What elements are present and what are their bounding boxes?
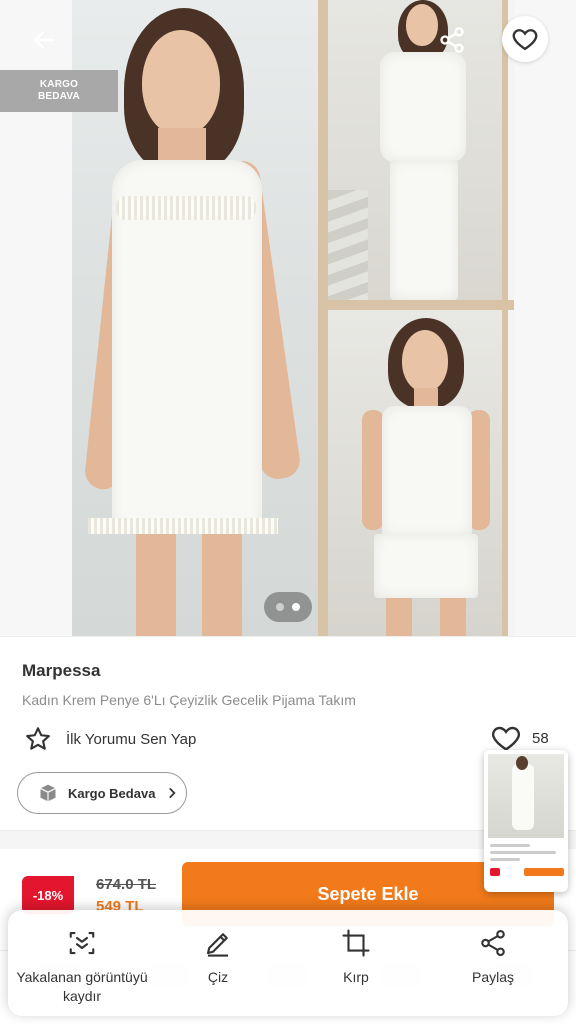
- gallery-frame: [318, 0, 328, 636]
- divider: [0, 636, 576, 637]
- share-button[interactable]: [434, 22, 470, 58]
- draw-button[interactable]: Çiz: [178, 928, 258, 987]
- favorite-button[interactable]: [502, 16, 548, 62]
- first-review-link[interactable]: İlk Yorumu Sen Yap: [24, 724, 196, 754]
- thumbnail-badge: [490, 868, 500, 876]
- share-icon: [440, 27, 464, 53]
- crop-button[interactable]: Kırp: [316, 928, 396, 987]
- thumbnail-button: [524, 868, 564, 876]
- pager-dot[interactable]: [276, 603, 284, 611]
- heart-outline-icon: [512, 29, 538, 51]
- chevron-right-icon: [169, 788, 176, 798]
- discount-badge: -18%: [22, 876, 74, 914]
- crop-icon: [342, 929, 370, 957]
- thumbnail-line: [490, 844, 530, 847]
- gallery-backdrop-right: [514, 0, 576, 636]
- product-title: Kadın Krem Penye 6'Lı Çeyizlik Gecelik P…: [22, 692, 356, 708]
- screenshot-action-sheet: Yakalanan görüntüyü kaydır Çiz Kırp Payl…: [8, 910, 568, 1016]
- product-photo-robe-set: [328, 0, 508, 300]
- gallery-frame: [318, 300, 514, 310]
- star-outline-icon: [26, 727, 50, 750]
- scroll-capture-icon: [69, 931, 95, 955]
- share-icon: [481, 929, 505, 957]
- brand-name[interactable]: Marpessa: [22, 661, 100, 681]
- action-label: Paylaş: [471, 969, 515, 985]
- free-shipping-chip[interactable]: Kargo Bedava: [17, 772, 187, 814]
- free-shipping-label: Kargo Bedava: [68, 785, 156, 801]
- old-price: 674.0 TL: [96, 876, 157, 893]
- product-photo-shorts-set: [328, 310, 508, 636]
- ribbon-line-1: KARGO: [39, 79, 79, 90]
- action-label: Yakalanan görüntüyü kaydır: [16, 969, 148, 1004]
- action-label: Çiz: [207, 969, 229, 985]
- thumbnail-figure: [516, 756, 528, 770]
- product-image-gallery[interactable]: KARGO BEDAVA: [0, 0, 576, 636]
- thumbnail-figure: [512, 764, 534, 830]
- arrow-left-icon: [34, 31, 54, 49]
- action-label: Kırp: [343, 969, 369, 985]
- package-icon: [40, 784, 56, 802]
- share-screenshot-button[interactable]: Paylaş: [453, 928, 533, 987]
- screenshot-thumbnail[interactable]: [484, 750, 568, 892]
- pencil-icon: [206, 933, 228, 957]
- gallery-pager: [264, 592, 312, 622]
- like-count: 58: [532, 729, 549, 747]
- pager-dot-active[interactable]: [292, 603, 300, 611]
- review-cta-text: İlk Yorumu Sen Yap: [66, 730, 197, 748]
- thumbnail-line: [490, 858, 520, 861]
- thumbnail-line: [490, 851, 556, 854]
- back-button[interactable]: [26, 22, 62, 58]
- scroll-capture-button[interactable]: Yakalanan görüntüyü kaydır: [12, 928, 152, 1006]
- free-shipping-ribbon: KARGO BEDAVA: [0, 70, 118, 112]
- ribbon-line-2: BEDAVA: [38, 91, 80, 102]
